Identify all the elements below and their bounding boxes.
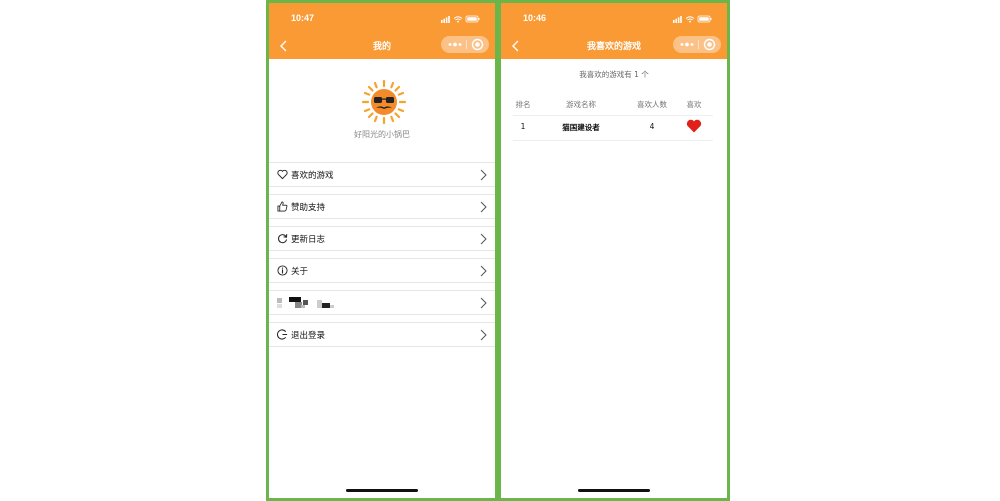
menu-item-redacted[interactable] bbox=[269, 290, 495, 315]
status-time: 10:46 bbox=[523, 13, 547, 23]
menu-list: 喜欢的游戏 赞助支持 更新日志 关于 退出登录 bbox=[269, 162, 495, 354]
phone-screen-profile: 10:47 我的 好阳光的小锅巴 喜欢的游戏 赞助支持 更新日志 关于 退出登录 bbox=[266, 0, 498, 501]
mini-program-capsule bbox=[673, 36, 721, 53]
menu-item-label: 更新日志 bbox=[291, 235, 326, 245]
row-like-count: 4 bbox=[649, 122, 655, 131]
chevron-right-icon bbox=[480, 169, 487, 181]
home-indicator[interactable] bbox=[346, 489, 418, 492]
avatar[interactable] bbox=[361, 79, 407, 125]
menu-item-about[interactable]: 关于 bbox=[269, 258, 495, 283]
chevron-right-icon bbox=[480, 297, 487, 309]
menu-item-label: 关于 bbox=[291, 267, 309, 277]
menu-item-label: 赞助支持 bbox=[291, 203, 326, 213]
mini-program-capsule bbox=[441, 36, 489, 53]
menu-item-label: 退出登录 bbox=[291, 331, 326, 341]
status-bar: 10:47 bbox=[269, 3, 495, 33]
header-like: 喜欢 bbox=[686, 100, 702, 109]
menu-item-favorite-games[interactable]: 喜欢的游戏 bbox=[269, 162, 495, 187]
menu-item-label: 喜欢的游戏 bbox=[291, 171, 334, 181]
close-mini-program-icon[interactable] bbox=[703, 38, 716, 51]
heart-outline-icon bbox=[277, 169, 288, 180]
row-rank: 1 bbox=[520, 122, 526, 131]
system-icons bbox=[441, 15, 480, 23]
chevron-right-icon bbox=[480, 329, 487, 341]
more-icon[interactable] bbox=[447, 40, 463, 49]
chevron-right-icon bbox=[480, 201, 487, 213]
header-like-count: 喜欢人数 bbox=[637, 100, 667, 109]
status-time: 10:47 bbox=[291, 13, 315, 23]
table-header-row: 排名 游戏名称 喜欢人数 喜欢 bbox=[513, 94, 713, 116]
menu-item-logout[interactable]: 退出登录 bbox=[269, 322, 495, 347]
user-nickname: 好阳光的小锅巴 bbox=[354, 130, 410, 139]
favorites-table: 排名 游戏名称 喜欢人数 喜欢 1 猫国建设者 4 bbox=[513, 94, 713, 141]
phone-screen-favorite-games: 10:46 我喜欢的游戏 我喜欢的游戏有 1 个 排名 游戏名称 喜欢人数 喜欢… bbox=[498, 0, 730, 501]
table-body: 1 猫国建设者 4 bbox=[513, 116, 713, 141]
redacted-content bbox=[277, 297, 334, 308]
refresh-icon bbox=[278, 234, 288, 244]
heart-filled-icon[interactable] bbox=[686, 119, 702, 133]
nav-bar: 我的 bbox=[269, 33, 495, 59]
nav-bar: 我喜欢的游戏 bbox=[501, 33, 727, 59]
system-icons bbox=[673, 15, 712, 23]
capsule-divider bbox=[466, 40, 467, 49]
favorites-summary: 我喜欢的游戏有 1 个 bbox=[579, 70, 649, 79]
thumbs-up-icon bbox=[277, 201, 288, 212]
status-bar: 10:46 bbox=[501, 3, 727, 33]
logout-icon bbox=[277, 329, 288, 340]
header-game-name: 游戏名称 bbox=[566, 100, 596, 109]
info-icon bbox=[277, 265, 288, 276]
more-icon[interactable] bbox=[679, 40, 695, 49]
row-game-name[interactable]: 猫国建设者 bbox=[549, 122, 613, 133]
menu-item-changelog[interactable]: 更新日志 bbox=[269, 226, 495, 251]
menu-item-sponsor[interactable]: 赞助支持 bbox=[269, 194, 495, 219]
chevron-right-icon bbox=[480, 233, 487, 245]
header-rank: 排名 bbox=[515, 100, 531, 109]
home-indicator[interactable] bbox=[578, 489, 650, 492]
table-row[interactable]: 1 猫国建设者 4 bbox=[513, 116, 713, 141]
close-mini-program-icon[interactable] bbox=[471, 38, 484, 51]
chevron-right-icon bbox=[480, 265, 487, 277]
capsule-divider bbox=[698, 40, 699, 49]
